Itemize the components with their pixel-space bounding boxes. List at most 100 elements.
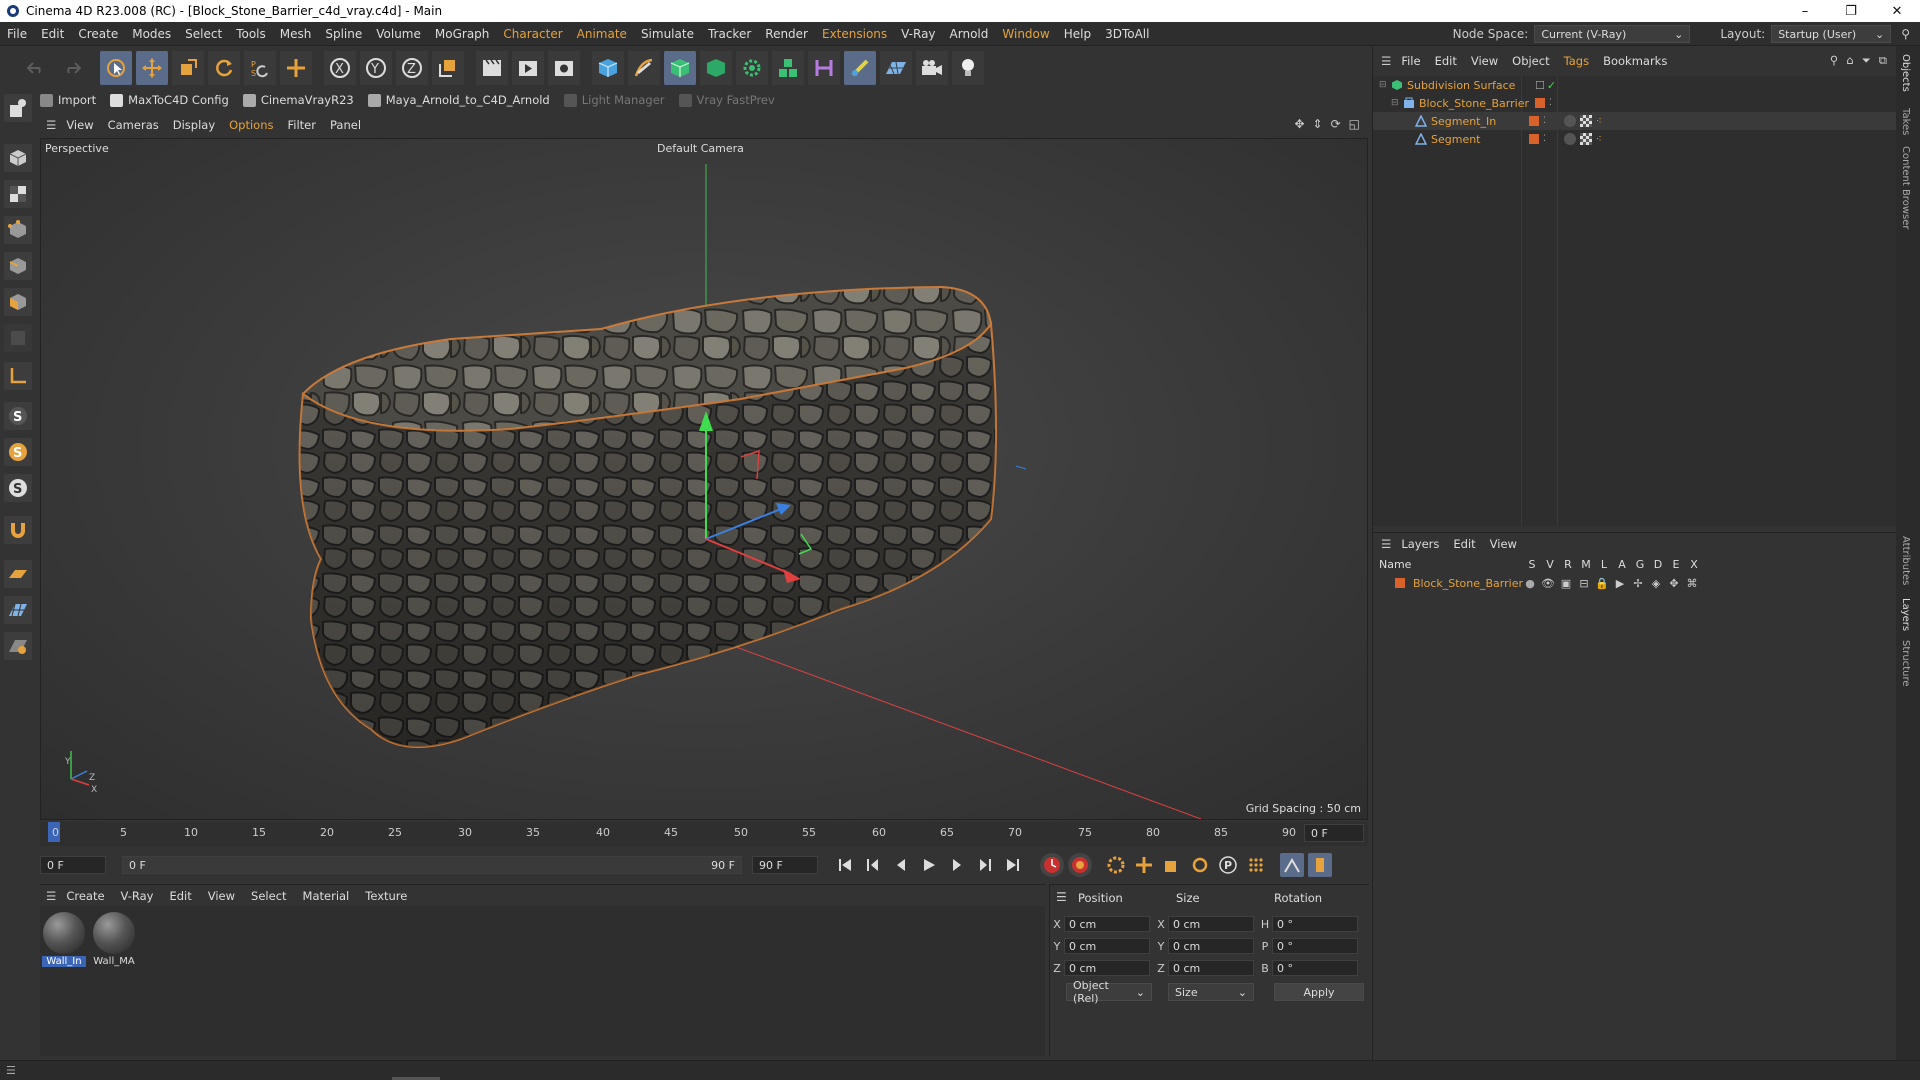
field-button[interactable] xyxy=(844,51,876,85)
close-button[interactable]: ✕ xyxy=(1874,0,1920,22)
visibility-dots-icon[interactable]: ⁚ xyxy=(1543,134,1546,144)
home-icon[interactable]: ⌂ xyxy=(1846,53,1853,68)
workplane-snap-button[interactable]: S xyxy=(4,474,32,502)
play-button[interactable] xyxy=(918,854,940,876)
size-mode-select[interactable]: Size ⌄ xyxy=(1168,983,1254,1001)
undo-button[interactable] xyxy=(20,51,52,85)
snap-button[interactable]: S xyxy=(4,402,32,430)
uv-mode-button[interactable] xyxy=(4,324,32,352)
material-tag-icon[interactable] xyxy=(1563,115,1576,127)
position-y-field[interactable]: 0 cm xyxy=(1064,938,1150,954)
mograph-button[interactable] xyxy=(772,51,804,85)
menu-simulate[interactable]: Simulate xyxy=(634,27,701,41)
maya-arnold-plugin[interactable]: Maya_Arnold_to_C4D_Arnold xyxy=(367,93,550,107)
object-menu-edit[interactable]: Edit xyxy=(1435,54,1457,68)
cube-button[interactable] xyxy=(592,51,624,85)
rotate-tool-button[interactable] xyxy=(208,51,240,85)
filter-icon[interactable]: ⏷ xyxy=(1862,53,1871,68)
layer-manager-icon[interactable]: ⊟ xyxy=(1575,577,1593,590)
menu-mesh[interactable]: Mesh xyxy=(273,27,319,41)
menu-tracker[interactable]: Tracker xyxy=(701,27,758,41)
autokeying-button[interactable] xyxy=(1068,853,1092,877)
edges-mode-button[interactable] xyxy=(4,252,32,280)
menu-select[interactable]: Select xyxy=(178,27,229,41)
menu-edit[interactable]: Edit xyxy=(34,27,71,41)
minimize-button[interactable]: – xyxy=(1782,0,1828,22)
menu-file[interactable]: File xyxy=(0,27,34,41)
lock-y-button[interactable]: Y xyxy=(360,51,392,85)
layer-solo-icon[interactable]: ● xyxy=(1521,577,1539,590)
rotation-h-field[interactable]: 0 ° xyxy=(1272,916,1358,932)
polygons-mode-button[interactable] xyxy=(4,288,32,316)
coordinates-menu-icon[interactable]: ☰ xyxy=(1056,890,1067,904)
frame-range-slider[interactable]: 0 F 90 F xyxy=(122,856,742,874)
uvw-tag-icon[interactable]: ⁖ xyxy=(1596,134,1602,145)
vray-fastprev-plugin[interactable]: Vray FastPrev xyxy=(678,93,775,107)
object-menu-tags[interactable]: Tags xyxy=(1564,54,1589,68)
tab-layers[interactable]: Layers xyxy=(1900,598,1911,631)
viewport-menu-filter[interactable]: Filter xyxy=(288,118,316,132)
object-menu-bookmarks[interactable]: Bookmarks xyxy=(1603,54,1667,68)
texture-tag-icon[interactable] xyxy=(1579,115,1592,127)
apply-button[interactable]: Apply xyxy=(1274,983,1364,1001)
extrude-button[interactable] xyxy=(700,51,732,85)
position-key-button[interactable] xyxy=(1132,853,1156,877)
size-z-field[interactable]: 0 cm xyxy=(1168,960,1254,976)
texture-mode-button[interactable] xyxy=(4,180,32,208)
layer-xref-icon[interactable]: ⌘ xyxy=(1683,577,1701,590)
material-swatch[interactable]: Wall_MA xyxy=(92,912,136,967)
material-menu-icon[interactable]: ☰ xyxy=(46,889,56,903)
grid-settings-button[interactable] xyxy=(4,632,32,660)
redo-button[interactable] xyxy=(56,51,88,85)
enabled-check-icon[interactable]: ✓ xyxy=(1547,79,1556,92)
pla-key-button[interactable] xyxy=(1244,853,1268,877)
material-menu-select[interactable]: Select xyxy=(251,889,286,903)
material-menu-vray[interactable]: V-Ray xyxy=(121,889,154,903)
3d-viewport[interactable]: Perspective Default Camera Y Z X Grid Sp… xyxy=(40,138,1368,820)
scale-tool-button[interactable] xyxy=(172,51,204,85)
position-x-field[interactable]: 0 cm xyxy=(1064,916,1150,932)
light-button[interactable] xyxy=(952,51,984,85)
tab-attributes[interactable]: Attributes xyxy=(1900,536,1911,585)
collapse-icon[interactable]: ⊟ xyxy=(1391,98,1399,108)
rotation-b-field[interactable]: 0 ° xyxy=(1272,960,1358,976)
layer-color-swatch[interactable] xyxy=(1529,134,1539,144)
material-tag-icon[interactable] xyxy=(1563,133,1576,145)
uvw-tag-icon[interactable]: ⁖ xyxy=(1596,116,1602,127)
previous-frame-button[interactable] xyxy=(890,854,912,876)
viewport-menu-options[interactable]: Options xyxy=(229,118,273,132)
object-menu-object[interactable]: Object xyxy=(1512,54,1549,68)
tab-objects[interactable]: Objects xyxy=(1900,54,1911,92)
layout-select[interactable]: Startup (User) ⌄ xyxy=(1771,25,1892,43)
object-menu-icon[interactable]: ☰ xyxy=(1381,54,1391,68)
deformer-button[interactable] xyxy=(808,51,840,85)
menu-extensions[interactable]: Extensions xyxy=(815,27,894,41)
lock-z-button[interactable]: Z xyxy=(396,51,428,85)
start-frame-field[interactable]: 0 F xyxy=(40,856,106,874)
layer-color-swatch[interactable] xyxy=(1395,578,1405,588)
object-row[interactable]: Segment_In ⁚ ⁖ xyxy=(1373,112,1897,130)
menu-vray[interactable]: V-Ray xyxy=(894,27,942,41)
menu-help[interactable]: Help xyxy=(1057,27,1098,41)
collapse-icon[interactable]: ⊟ xyxy=(1379,80,1387,90)
viewport-menu-view[interactable]: View xyxy=(66,118,93,132)
timeline-ruler[interactable]: 0 5 10 15 20 25 30 35 40 45 50 55 60 65 … xyxy=(40,822,1368,846)
previous-key-button[interactable] xyxy=(862,854,884,876)
menu-3dtoall[interactable]: 3DToAll xyxy=(1098,27,1156,41)
layer-lock-icon[interactable]: 🔒 xyxy=(1593,577,1611,590)
tweak-mode-button[interactable] xyxy=(4,516,32,544)
make-editable-button[interactable] xyxy=(4,94,32,122)
keyframe-selection-button[interactable] xyxy=(1104,853,1128,877)
size-y-field[interactable]: 0 cm xyxy=(1168,938,1254,954)
snap-settings-button[interactable]: S xyxy=(4,438,32,466)
pan-view-icon[interactable]: ✥ xyxy=(1294,117,1304,131)
menu-spline[interactable]: Spline xyxy=(318,27,369,41)
next-frame-button[interactable] xyxy=(946,854,968,876)
parameter-key-button[interactable]: P xyxy=(1216,853,1240,877)
end-frame-field[interactable]: 90 F xyxy=(752,856,818,874)
menu-volume[interactable]: Volume xyxy=(369,27,428,41)
render-picture-viewer-button[interactable] xyxy=(512,51,544,85)
object-row[interactable]: ⊟ Subdivision Surface ☐ ✓ xyxy=(1373,76,1897,94)
import-plugin[interactable]: Import xyxy=(40,93,96,107)
cloner-button[interactable] xyxy=(736,51,768,85)
